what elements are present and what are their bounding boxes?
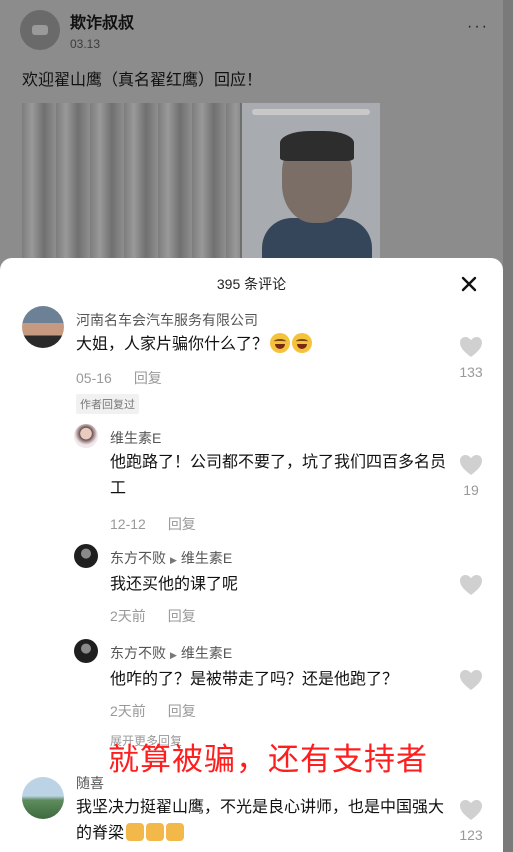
comment-text-content: 大姐，人家片骗你什么了？ (76, 336, 269, 353)
reply-arrow-icon: ▶ (170, 555, 177, 565)
thumbs-up-emoji-icon (126, 823, 145, 841)
heart-icon (460, 337, 482, 357)
thumbs-up-emoji-icon (146, 823, 165, 841)
author-replied-tag: 作者回复过 (76, 394, 139, 414)
comment-date: 12-12 (110, 516, 146, 532)
comment-text: 大姐，人家片骗你什么了？ (76, 332, 313, 358)
reply-button[interactable]: 回复 (168, 703, 196, 719)
reply-to-name[interactable]: 维生素E (181, 550, 232, 566)
heart-icon (460, 670, 482, 690)
heart-icon (460, 800, 482, 820)
post-text: 欢迎翟山鹰（真名翟红鹰）回应！ (22, 72, 263, 89)
post-media-image[interactable] (22, 103, 380, 263)
comment-text: 我还买他的课了呢 (110, 576, 239, 593)
reply-to-name[interactable]: 维生素E (181, 645, 232, 661)
comment-item: 河南名车会汽车服务有限公司 大姐，人家片骗你什么了？ 05-16 回复 作者回复过… (0, 258, 503, 418)
like-count: 19 (463, 482, 479, 498)
like-button[interactable] (458, 669, 484, 691)
comment-meta: 2天前 回复 (110, 701, 196, 721)
like-count: 133 (459, 364, 483, 380)
comment-meta: 05-16 回复 (76, 368, 162, 388)
comment-text: 他咋的了？是被带走了吗？还是他跑了？ (110, 671, 399, 688)
laughing-emoji-icon (270, 333, 291, 353)
scrollbar-track[interactable] (503, 0, 513, 852)
reply-user-name[interactable]: 东方不败 (110, 550, 166, 566)
post-author-block: 欺诈叔叔 03.13 (70, 9, 134, 51)
commenter-avatar[interactable] (22, 306, 64, 348)
like-button[interactable]: 123 (458, 799, 484, 843)
overlay-caption: 就算被骗，还有支持者 (108, 742, 428, 777)
commenter-avatar[interactable] (74, 544, 98, 568)
commenter-avatar[interactable] (74, 424, 98, 448)
post-author-name[interactable]: 欺诈叔叔 (70, 9, 134, 33)
comment-text: 我坚决力挺翟山鹰，不光是良心讲师，也是中国强大的脊梁 (76, 795, 456, 847)
comment-meta: 2天前 回复 (110, 606, 196, 626)
comment-text: 他跑路了！公司都不要了，坑了我们四百多名员工 (110, 454, 447, 497)
like-button[interactable]: 133 (458, 336, 484, 380)
video-screenshot (242, 103, 380, 263)
phone-tab-bar (252, 109, 370, 115)
comments-sheet: 395 条评论 河南名车会汽车服务有限公司 大姐，人家片骗你什么了？ 05-16… (0, 258, 503, 852)
person-hair (280, 131, 354, 161)
commenter-name[interactable]: 维生素E (110, 428, 161, 448)
commenter-name: 东方不败 ▶ 维生素E (110, 643, 232, 663)
reply-item: 维生素E 他跑路了！公司都不要了，坑了我们四百多名员工 12-12 回复 19 (0, 418, 503, 538)
person-body (262, 218, 372, 263)
reply-item: 东方不败 ▶ 维生素E 我还买他的课了呢 2天前 回复 (0, 538, 503, 628)
author-avatar[interactable] (20, 10, 60, 50)
thumbs-up-emoji-icon (166, 823, 185, 841)
heart-icon (460, 575, 482, 595)
like-count: 123 (459, 827, 483, 843)
reply-button[interactable]: 回复 (168, 516, 196, 532)
post-date: 03.13 (70, 37, 101, 51)
comment-date: 2天前 (110, 608, 146, 624)
like-button[interactable]: 19 (458, 454, 484, 498)
reply-item: 东方不败 ▶ 维生素E 他咋的了？是被带走了吗？还是他跑了？ 2天前 回复 (0, 633, 503, 728)
post-header: 欺诈叔叔 03.13 (20, 8, 134, 52)
reply-button[interactable]: 回复 (134, 370, 162, 386)
commenter-name: 东方不败 ▶ 维生素E (110, 548, 232, 568)
commenter-avatar[interactable] (74, 639, 98, 663)
reply-button[interactable]: 回复 (168, 608, 196, 624)
comment-meta: 12-12 回复 (110, 514, 196, 534)
reply-arrow-icon: ▶ (170, 650, 177, 660)
comment-date: 05-16 (76, 370, 112, 386)
commenter-name[interactable]: 随喜 (76, 773, 104, 793)
reply-user-name[interactable]: 东方不败 (110, 645, 166, 661)
commenter-avatar[interactable] (22, 777, 64, 819)
like-button[interactable] (458, 574, 484, 596)
curtain-image (22, 103, 240, 263)
heart-icon (460, 455, 482, 475)
commenter-name[interactable]: 河南名车会汽车服务有限公司 (76, 310, 258, 330)
laughing-emoji-icon (292, 333, 313, 353)
comment-date: 2天前 (110, 703, 146, 719)
more-options-icon[interactable]: ··· (467, 18, 489, 36)
